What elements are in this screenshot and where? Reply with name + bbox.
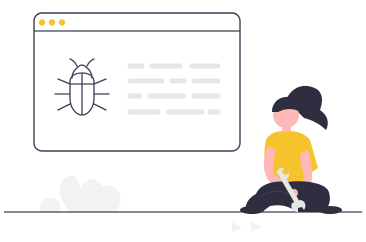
window-dot-3: [58, 19, 66, 26]
illustration-canvas: [4, 12, 362, 232]
ground-decoration: [232, 222, 262, 232]
left-shoe: [240, 206, 264, 214]
right-shoe: [318, 206, 342, 214]
window-dot-1: [38, 19, 46, 26]
window-dot-2: [48, 19, 56, 26]
plant-decoration: [39, 175, 121, 212]
browser-window: [33, 12, 241, 152]
bug-fixing-illustration: [0, 0, 366, 242]
